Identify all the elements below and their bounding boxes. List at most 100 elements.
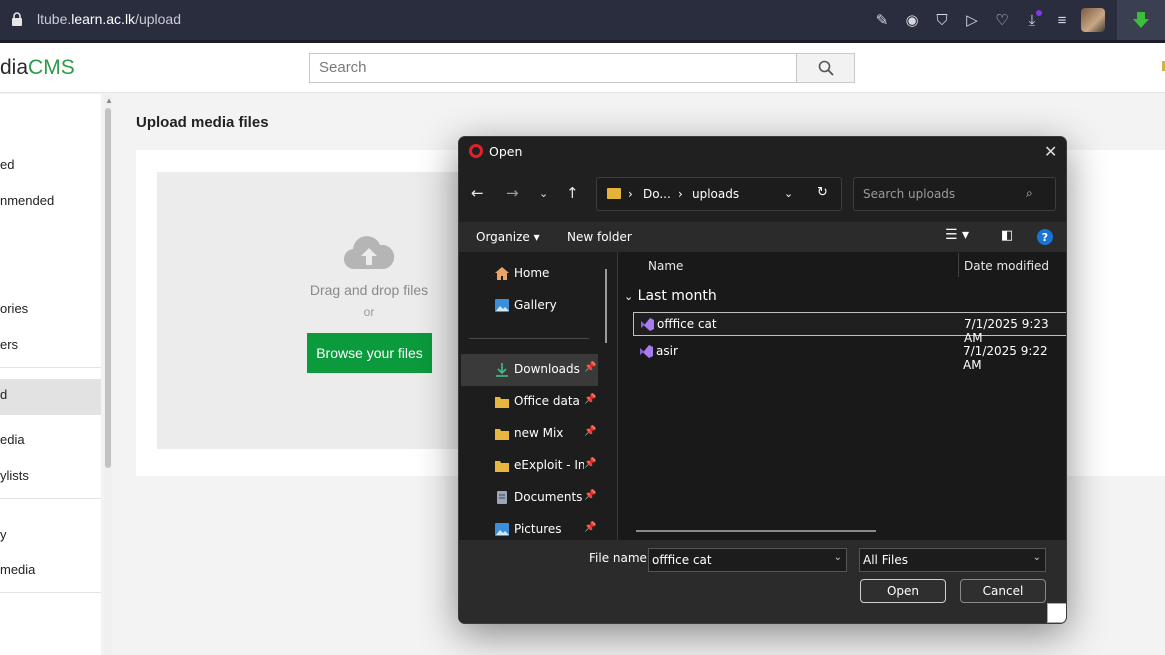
file-type-select[interactable]: All Files ⌄ — [859, 548, 1046, 572]
address-bar[interactable]: ltube.learn.ac.lk/upload — [37, 11, 181, 27]
column-header-date[interactable]: Date modified — [964, 259, 1049, 273]
sidebar-item[interactable]: media — [0, 554, 101, 590]
pin-icon[interactable]: 📌 — [584, 490, 596, 501]
browser-toolbar: ltube.learn.ac.lk/upload ✎ ◉ ⛉ ▷ ♡ ⤓ ≡ — [0, 0, 1165, 40]
search-uploads-input[interactable]: Search uploads ⌕ — [853, 177, 1056, 211]
address-breadcrumb[interactable]: › Do... › uploads ⌄ ↻ — [596, 177, 842, 211]
extension-download-icon[interactable] — [1117, 0, 1165, 40]
nav-item-folder[interactable]: Office data 📌 — [461, 386, 598, 418]
lock-icon — [12, 12, 22, 26]
menu-icon[interactable]: ≡ — [1051, 9, 1073, 31]
back-arrow-icon[interactable]: ← — [471, 184, 484, 202]
heart-icon[interactable]: ♡ — [991, 9, 1013, 31]
avatar[interactable] — [1081, 8, 1105, 32]
open-button[interactable]: Open — [860, 579, 946, 603]
sidebar-divider — [0, 367, 101, 368]
column-header-name[interactable]: Name — [648, 259, 683, 273]
sidebar-item[interactable]: ylists — [0, 460, 101, 496]
download-icon[interactable]: ⤓ — [1021, 9, 1043, 31]
play-icon[interactable]: ▷ — [961, 9, 983, 31]
browser-actions: ✎ ◉ ⛉ ▷ ♡ ⤓ ≡ — [871, 8, 1105, 32]
group-header[interactable]: ⌄ Last month — [624, 288, 717, 304]
chevron-down-icon[interactable]: ⌄ — [784, 187, 793, 200]
file-name-input[interactable]: offfice cat ⌄ — [648, 548, 847, 572]
search-icon — [818, 60, 834, 76]
pin-icon[interactable]: 📌 — [584, 426, 596, 437]
cloud-upload-icon — [343, 236, 395, 270]
home-icon — [495, 267, 509, 280]
navigation-row: ← → ⌄ ↑ › Do... › uploads ⌄ ↻ Search upl… — [459, 177, 1066, 213]
site-header: diaCMS Search — [0, 43, 1165, 93]
recent-locations-chevron-icon[interactable]: ⌄ — [539, 187, 548, 200]
folder-icon — [495, 461, 509, 472]
chevron-down-icon[interactable]: ⌄ — [834, 552, 842, 563]
visual-studio-file-icon — [640, 345, 653, 358]
dialog-toolbar: Organize ▾ New folder ☰ ▾ ◧ ? — [459, 222, 1066, 252]
view-options-icon[interactable]: ☰ ▾ — [945, 227, 969, 243]
refresh-icon[interactable]: ↻ — [817, 185, 828, 200]
nav-divider — [469, 338, 589, 339]
sidebar-scroll-thumb[interactable] — [105, 108, 111, 468]
folder-icon — [607, 188, 621, 199]
column-divider[interactable] — [958, 253, 959, 277]
gallery-icon — [495, 299, 509, 312]
pin-icon[interactable]: 📌 — [584, 522, 596, 533]
shield-icon[interactable]: ⛉ — [931, 9, 953, 31]
up-arrow-icon[interactable]: ↑ — [566, 184, 579, 202]
help-icon[interactable]: ? — [1037, 229, 1053, 245]
download-icon — [496, 363, 508, 377]
nav-item-home[interactable]: Home — [461, 258, 598, 290]
forward-arrow-icon[interactable]: → — [506, 184, 519, 202]
pin-icon[interactable]: 📌 — [584, 394, 596, 405]
dialog-title: Open — [489, 144, 523, 159]
sidebar-item[interactable]: y — [0, 519, 101, 555]
nav-item-folder[interactable]: new Mix 📌 — [461, 418, 598, 450]
resize-grip-icon[interactable] — [1047, 603, 1066, 623]
edit-icon[interactable]: ✎ — [871, 9, 893, 31]
file-row[interactable]: asir 7/1/2025 9:22 AM — [633, 340, 1066, 372]
search-icon: ⌕ — [1026, 186, 1033, 200]
breadcrumb-separator: › — [628, 187, 633, 201]
page-title: Upload media files — [136, 114, 269, 131]
organize-button[interactable]: Organize ▾ — [476, 230, 540, 244]
breadcrumb-item[interactable]: Do... — [643, 187, 671, 201]
camera-icon[interactable]: ◉ — [901, 9, 923, 31]
pin-icon[interactable]: 📌 — [584, 458, 596, 469]
nav-item-folder[interactable]: eExploit - Intu 📌 — [461, 450, 598, 482]
browse-files-button[interactable]: Browse your files — [307, 333, 432, 373]
search-input[interactable]: Search — [309, 53, 797, 83]
search-button[interactable] — [796, 53, 855, 83]
sidebar-item[interactable]: nmended — [0, 185, 101, 221]
file-row[interactable]: offfice cat 7/1/2025 9:23 AM — [633, 312, 1066, 345]
sidebar-divider — [0, 498, 101, 499]
chevron-down-icon[interactable]: ⌄ — [1033, 552, 1041, 563]
nav-item-documents[interactable]: Documents 📌 — [461, 482, 598, 514]
scroll-up-icon[interactable]: ▲ — [105, 96, 113, 105]
nav-scrollbar[interactable] — [605, 269, 607, 343]
visual-studio-file-icon — [641, 318, 654, 331]
sidebar: ed nmended ories ers d edia ylists y med… — [0, 94, 101, 655]
dialog-titlebar[interactable]: Open ✕ — [459, 137, 1066, 167]
breadcrumb-item[interactable]: uploads — [692, 187, 739, 201]
sidebar-item[interactable]: edia — [0, 424, 101, 460]
nav-item-downloads[interactable]: Downloads 📌 — [461, 354, 598, 386]
file-name-label: File name: — [589, 551, 651, 565]
sidebar-item[interactable]: ers — [0, 329, 101, 365]
sidebar-divider — [0, 592, 101, 593]
site-logo[interactable]: diaCMS — [0, 56, 75, 80]
sidebar-item[interactable]: ed — [0, 149, 101, 185]
open-file-dialog: Open ✕ ← → ⌄ ↑ › Do... › uploads ⌄ ↻ Sea… — [458, 136, 1067, 624]
preview-pane-icon[interactable]: ◧ — [1001, 228, 1013, 243]
cancel-button[interactable]: Cancel — [960, 579, 1046, 603]
document-icon — [497, 491, 507, 504]
sidebar-item[interactable]: ories — [0, 293, 101, 329]
folder-icon — [495, 429, 509, 440]
close-icon[interactable]: ✕ — [1044, 142, 1057, 161]
sidebar-item-upload[interactable]: d — [0, 379, 101, 415]
new-folder-button[interactable]: New folder — [567, 230, 632, 244]
pictures-icon — [495, 523, 509, 536]
file-list-hscrollbar[interactable] — [636, 530, 876, 532]
pin-icon[interactable]: 📌 — [584, 362, 596, 373]
nav-item-gallery[interactable]: Gallery — [461, 290, 598, 322]
breadcrumb-separator: › — [678, 187, 683, 201]
